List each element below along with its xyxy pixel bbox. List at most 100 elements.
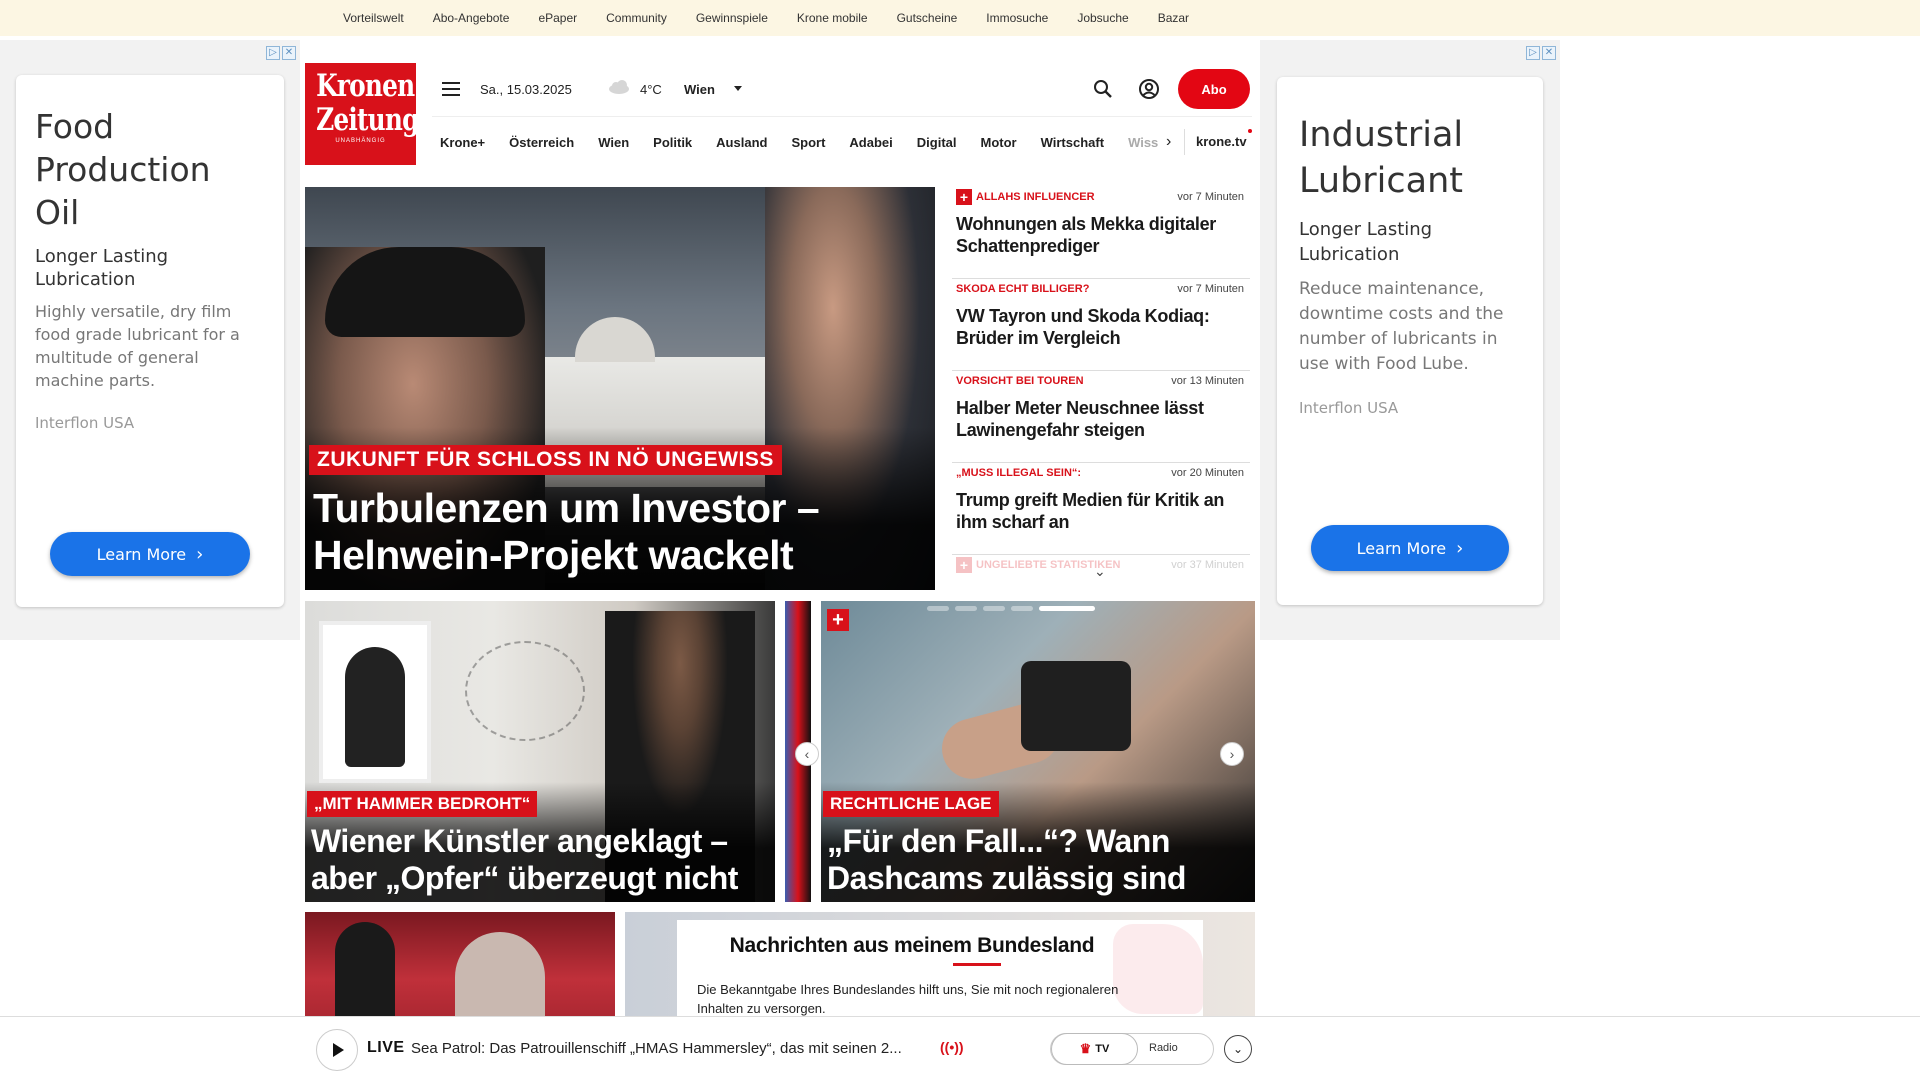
ad-card[interactable]: Food Production Oil Longer Lasting Lubri… bbox=[16, 75, 284, 607]
news-kicker: SKODA ECHT BILLIGER? bbox=[956, 283, 1090, 295]
news-title[interactable]: Trump greift Medien für Kritik an ihm sc… bbox=[956, 489, 1250, 533]
news-title[interactable]: VW Tayron und Skoda Kodiaq: Brüder im Ve… bbox=[956, 305, 1250, 349]
tv-toggle-button[interactable]: ♛ TV bbox=[1051, 1033, 1138, 1065]
learn-more-button[interactable]: Learn More › bbox=[1311, 525, 1509, 571]
logo-line-1: Kronen bbox=[316, 68, 415, 104]
ad-choices[interactable]: ▷ ✕ bbox=[1526, 46, 1556, 60]
now-playing-text[interactable]: Sea Patrol: Das Patrouillenschiff „HMAS … bbox=[411, 1040, 931, 1057]
ad-title: Industrial Lubricant bbox=[1299, 115, 1464, 201]
service-link-immosuche[interactable]: Immosuche bbox=[986, 11, 1048, 25]
hero-title-line-2: Helnwein-Projekt wackelt bbox=[313, 532, 794, 578]
tv-radio-toggle[interactable]: ♛ TV Radio bbox=[1050, 1033, 1214, 1065]
title-underline bbox=[953, 963, 1001, 966]
service-link-jobsuche[interactable]: Jobsuche bbox=[1077, 11, 1128, 25]
service-link-gutscheine[interactable]: Gutscheine bbox=[897, 11, 958, 25]
ad-description: Highly versatile, dry film food grade lu… bbox=[35, 302, 240, 390]
nav-item-krone-tv[interactable]: krone.tv bbox=[1196, 134, 1247, 149]
expand-player-button[interactable]: ⌄ bbox=[1224, 1035, 1252, 1063]
card-title-line-1: „Für den Fall...“? Wann bbox=[827, 823, 1170, 859]
play-icon bbox=[333, 1043, 344, 1057]
carousel-next-button[interactable]: › bbox=[1220, 742, 1244, 766]
hero-title-line-1: Turbulenzen um Investor – bbox=[313, 485, 820, 531]
learn-more-button[interactable]: Learn More › bbox=[50, 532, 250, 576]
hero-kicker: ZUKUNFT FÜR SCHLOSS IN NÖ UNGEWISS bbox=[309, 445, 782, 475]
chevron-down-icon[interactable] bbox=[734, 86, 742, 91]
news-time: vor 13 Minuten bbox=[1171, 375, 1244, 387]
news-item[interactable]: SKODA ECHT BILLIGER? vor 7 Minuten VW Ta… bbox=[952, 279, 1250, 371]
search-icon[interactable] bbox=[1092, 78, 1114, 100]
chevron-down-icon[interactable]: ⌄ bbox=[1094, 563, 1106, 580]
krone-plus-icon: + bbox=[827, 609, 849, 631]
service-link-bazar[interactable]: Bazar bbox=[1158, 11, 1189, 25]
nav-item-krone-plus[interactable]: Krone+ bbox=[440, 135, 485, 150]
ad-description: Reduce maintenance, downtime costs and t… bbox=[1299, 279, 1504, 374]
cloud-icon bbox=[609, 80, 629, 94]
news-item[interactable]: „MUSS ILLEGAL SEIN“: vor 20 Minuten Trum… bbox=[952, 463, 1250, 555]
chevron-right-icon: › bbox=[1456, 537, 1464, 559]
ad-choices[interactable]: ▷ ✕ bbox=[266, 46, 296, 60]
nav-item-motor[interactable]: Motor bbox=[981, 135, 1017, 150]
news-title[interactable]: Wohnungen als Mekka digitaler Schattenpr… bbox=[956, 213, 1250, 257]
nav-item-faded[interactable]: Wiss bbox=[1128, 135, 1158, 150]
live-dot-icon bbox=[1248, 129, 1252, 133]
abo-button[interactable]: Abo bbox=[1178, 69, 1250, 109]
chevron-down-icon: ⌄ bbox=[1232, 1042, 1244, 1056]
radio-toggle-button[interactable]: Radio bbox=[1149, 1042, 1178, 1054]
learn-more-label: Learn More bbox=[1356, 538, 1447, 558]
nav-item-ausland[interactable]: Ausland bbox=[716, 135, 767, 150]
service-link-abo-angebote[interactable]: Abo-Angebote bbox=[433, 11, 510, 25]
news-time: vor 20 Minuten bbox=[1171, 467, 1244, 479]
news-title[interactable]: Halber Meter Neuschnee lässt Lawinengefa… bbox=[956, 397, 1250, 441]
card-title-line-2: aber „Opfer“ überzeugt nicht bbox=[311, 860, 738, 896]
card-title[interactable]: „Für den Fall...“? Wann Dashcams zulässi… bbox=[827, 823, 1186, 897]
service-link-vorteilswelt[interactable]: Vorteilswelt bbox=[343, 11, 404, 25]
nav-item-wien[interactable]: Wien bbox=[598, 135, 629, 150]
close-icon[interactable]: ✕ bbox=[282, 46, 296, 60]
ad-subtitle: Longer Lasting Lubrication bbox=[1299, 219, 1433, 265]
ad-left[interactable]: ▷ ✕ Food Production Oil Longer Lasting Lu… bbox=[0, 40, 300, 640]
teaser-card[interactable]: „MIT HAMMER BEDROHT“ Wiener Künstler ang… bbox=[305, 601, 775, 902]
user-account-icon[interactable] bbox=[1138, 78, 1160, 100]
weather-temperature: 4°C bbox=[640, 82, 662, 97]
ad-right[interactable]: ▷ ✕ Industrial Lubricant Longer Lasting L… bbox=[1260, 40, 1560, 640]
live-player-bar: LIVE Sea Patrol: Das Patrouillenschiff „… bbox=[0, 1016, 1920, 1080]
framed-photo bbox=[319, 621, 431, 783]
ad-card[interactable]: Industrial Lubricant Longer Lasting Lubr… bbox=[1277, 77, 1543, 605]
service-links: Vorteilswelt Abo-Angebote ePaper Communi… bbox=[343, 0, 1189, 36]
news-item[interactable]: + ALLAHS INFLUENCER vor 7 Minuten Wohnung… bbox=[952, 187, 1250, 279]
close-icon[interactable]: ✕ bbox=[1542, 46, 1556, 60]
card-kicker: RECHTLICHE LAGE bbox=[823, 791, 999, 817]
nav-item-adabei[interactable]: Adabei bbox=[849, 135, 892, 150]
adchoices-icon[interactable]: ▷ bbox=[1526, 46, 1540, 60]
card-title-line-2: Dashcams zulässig sind bbox=[827, 860, 1186, 896]
card-title-line-1: Wiener Künstler angeklagt – bbox=[311, 823, 728, 859]
adchoices-icon[interactable]: ▷ bbox=[266, 46, 280, 60]
news-kicker: VORSICHT BEI TOUREN bbox=[956, 375, 1084, 387]
logo-line-2: Zeitung bbox=[316, 102, 419, 138]
bundesland-text: Die Bekanntgabe Ihres Bundeslandes hilft… bbox=[697, 982, 1119, 1016]
nav-item-wirtschaft[interactable]: Wirtschaft bbox=[1041, 135, 1104, 150]
chevron-right-icon[interactable]: › bbox=[1166, 133, 1171, 151]
service-link-gewinnspiele[interactable]: Gewinnspiele bbox=[696, 11, 768, 25]
menu-icon[interactable] bbox=[442, 82, 460, 96]
nav-item-sport[interactable]: Sport bbox=[791, 135, 825, 150]
kronen-zeitung-logo[interactable]: Kronen Zeitung UNABHÄNGIG bbox=[305, 63, 419, 165]
play-button[interactable] bbox=[316, 1029, 358, 1071]
service-link-epaper[interactable]: ePaper bbox=[538, 11, 577, 25]
carousel-indicator[interactable] bbox=[927, 606, 1095, 611]
top-service-bar: Vorteilswelt Abo-Angebote ePaper Communi… bbox=[0, 0, 1920, 36]
nav-item-digital[interactable]: Digital bbox=[917, 135, 957, 150]
card-title[interactable]: Wiener Künstler angeklagt – aber „Opfer“… bbox=[311, 823, 738, 897]
nav-item-politik[interactable]: Politik bbox=[653, 135, 692, 150]
service-link-community[interactable]: Community bbox=[606, 11, 667, 25]
hero-title[interactable]: Turbulenzen um Investor – Helnwein-Proje… bbox=[313, 485, 933, 579]
news-item[interactable]: VORSICHT BEI TOUREN vor 13 Minuten Halbe… bbox=[952, 371, 1250, 463]
carousel-prev-button[interactable]: ‹ bbox=[795, 742, 819, 766]
learn-more-label: Learn More bbox=[96, 544, 187, 564]
city-select[interactable]: Wien bbox=[684, 82, 715, 97]
ad-advertiser: Interflon USA bbox=[35, 414, 135, 432]
hero-teaser[interactable]: ZUKUNFT FÜR SCHLOSS IN NÖ UNGEWISS Turbu… bbox=[305, 187, 935, 590]
service-link-krone-mobile[interactable]: Krone mobile bbox=[797, 11, 868, 25]
teaser-card[interactable]: + RECHTLICHE LAGE „Für den Fall...“? Wan… bbox=[821, 601, 1255, 902]
nav-item-oesterreich[interactable]: Österreich bbox=[509, 135, 574, 150]
